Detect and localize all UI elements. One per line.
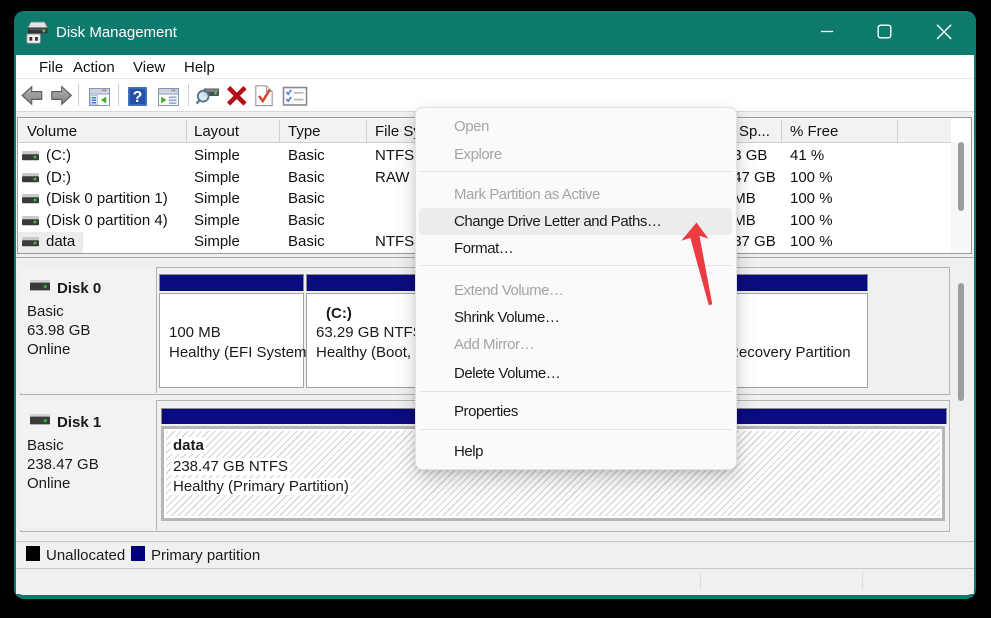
svg-text:?: ? (133, 89, 143, 106)
